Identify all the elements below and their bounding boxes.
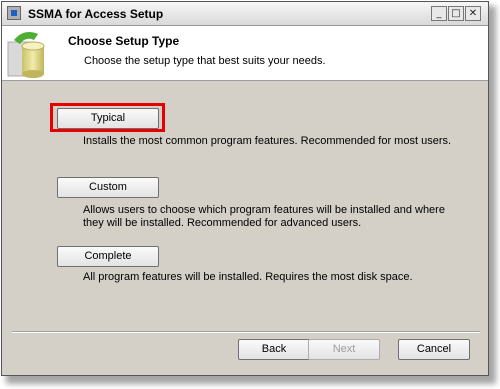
- setup-dialog: SSMA for Access Setup _ □ ✕ Choose Setup…: [1, 1, 489, 376]
- typical-button[interactable]: Typical: [57, 108, 159, 129]
- custom-description-line-1: Allows users to choose which program fea…: [83, 204, 445, 216]
- window-title: SSMA for Access Setup: [28, 7, 164, 21]
- complete-description: All program features will be installed. …: [83, 271, 413, 283]
- custom-button[interactable]: Custom: [57, 177, 159, 198]
- close-icon[interactable]: ✕: [465, 6, 481, 21]
- header-band: Choose Setup Type Choose the setup type …: [2, 26, 488, 81]
- installer-icon: [7, 6, 21, 20]
- custom-description-line-2: they will be installed. Recommended for …: [83, 217, 362, 229]
- complete-button[interactable]: Complete: [57, 246, 159, 267]
- page-title: Choose Setup Type: [68, 34, 180, 48]
- typical-description: Installs the most common program feature…: [83, 135, 452, 147]
- maximize-icon[interactable]: □: [448, 6, 464, 21]
- minimize-icon[interactable]: _: [431, 6, 447, 21]
- page-subtitle: Choose the setup type that best suits yo…: [84, 55, 326, 67]
- back-button[interactable]: Back: [238, 339, 310, 360]
- setup-graphic-icon: [7, 32, 45, 78]
- title-bar[interactable]: SSMA for Access Setup _ □ ✕: [2, 2, 488, 26]
- cancel-button[interactable]: Cancel: [398, 339, 470, 360]
- footer-separator: [12, 331, 480, 333]
- next-button[interactable]: Next: [308, 339, 380, 360]
